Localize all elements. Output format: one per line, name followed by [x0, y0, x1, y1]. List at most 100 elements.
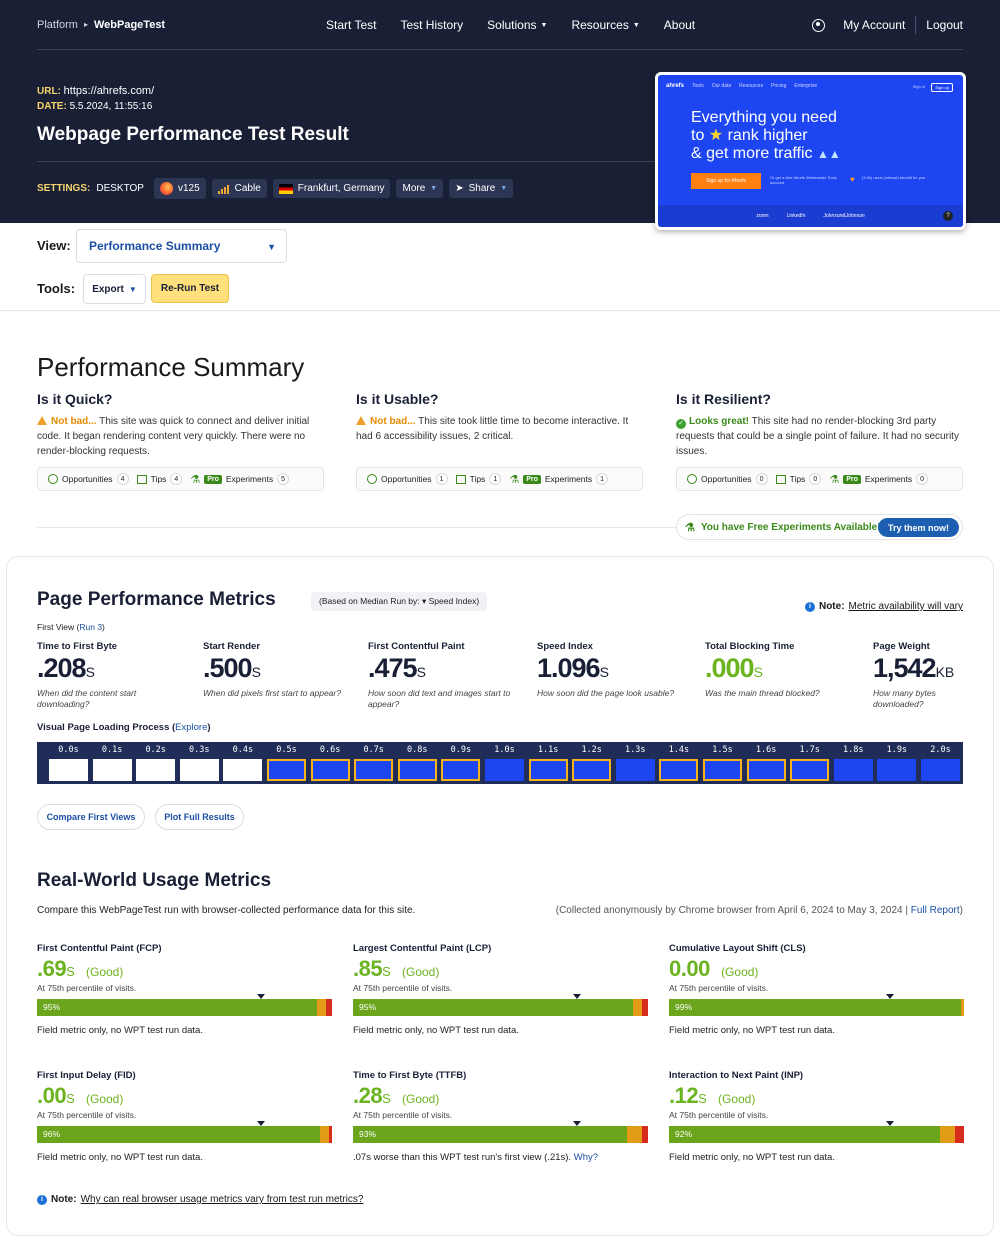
experiments-link[interactable]: ⚗ Pro Experiments 1 [509, 473, 609, 486]
experiments-label: Experiments [225, 474, 274, 484]
nav-test-history[interactable]: Test History [400, 18, 463, 32]
rerun-test-button[interactable]: Re-Run Test [151, 274, 229, 303]
explore-link[interactable]: Explore [175, 722, 207, 733]
star-icon: ★ [708, 127, 724, 144]
chevron-down-icon: ▼ [430, 185, 438, 192]
filmstrip-frame[interactable]: 1.1s [525, 742, 572, 784]
filmstrip[interactable]: 0.0s 0.1s 0.2s 0.3s 0.4s 0.5s 0.6s 0.7s 0.8s 0.9s… [37, 742, 963, 784]
nav-resources[interactable]: Resources ▼ [571, 18, 639, 32]
tips-link[interactable]: Tips 0 [775, 473, 822, 485]
frame-thumbnail [179, 759, 219, 781]
real-world-description: Compare this WebPageTest run with browse… [37, 905, 416, 916]
filmstrip-frame[interactable]: 1.3s [612, 742, 659, 784]
opportunities-link[interactable]: Opportunities 1 [367, 473, 448, 485]
try-them-now-button[interactable]: Try them now! [878, 518, 959, 537]
quick-opportunity-bar[interactable]: Opportunities 4 Tips 4 ⚗ Pro Experiments 5 [37, 467, 324, 491]
platform-label: Platform [37, 18, 78, 31]
filmstrip-frame[interactable]: 1.8s [830, 742, 877, 784]
why-link[interactable]: Why? [574, 1152, 598, 1163]
more-dropdown[interactable]: More ▼ [396, 179, 444, 198]
real-world-note[interactable]: i Note: Why can real browser usage metri… [37, 1194, 363, 1205]
percentile-label: At 75th percentile of visits. [669, 1110, 769, 1120]
thumb-signin: Sign in [912, 84, 925, 89]
filmstrip-frame[interactable]: 0.5s [263, 742, 310, 784]
metric-unit: S [753, 664, 763, 680]
divider [37, 527, 677, 528]
connection-chip: Cable [211, 179, 267, 198]
good-percent: 92% [675, 1129, 693, 1139]
user-icon[interactable] [812, 18, 826, 32]
metric-unit: S [66, 1091, 75, 1106]
footer-text: Field metric only, no WPT test run data. [669, 1025, 835, 1036]
good-percent: 93% [359, 1129, 377, 1139]
filmstrip-frame[interactable]: 1.2s [568, 742, 615, 784]
filmstrip-frame[interactable]: 0.8s [394, 742, 441, 784]
lightbulb-icon [48, 474, 58, 484]
thumb-logo-zoom: zoom [756, 213, 769, 219]
filmstrip-frame[interactable]: 2.0s [917, 742, 964, 784]
compare-first-views-button[interactable]: Compare First Views [37, 804, 145, 830]
account-area: My Account Logout [812, 0, 963, 50]
frame-time: 1.6s [755, 745, 777, 755]
experiments-link[interactable]: ⚗ Pro Experiments 0 [829, 473, 929, 486]
frame-thumbnail [877, 759, 917, 781]
share-dropdown[interactable]: ➤ Share ▼ [449, 179, 514, 198]
opportunities-link[interactable]: Opportunities 0 [687, 473, 768, 485]
filmstrip-frame[interactable]: 0.6s [307, 742, 354, 784]
thumb-subtext: (3.9k) users (almost) benefit for you [862, 175, 926, 180]
frame-time: 1.4s [668, 745, 690, 755]
filmstrip-frame[interactable]: 1.6s [743, 742, 790, 784]
full-report-link[interactable]: Full Report [911, 905, 960, 916]
view-select[interactable]: Performance Summary ▼ [76, 229, 287, 263]
opportunities-link[interactable]: Opportunities 4 [48, 473, 129, 485]
filmstrip-frame[interactable]: 1.4s [655, 742, 702, 784]
filmstrip-frame[interactable]: 1.5s [699, 742, 746, 784]
brand[interactable]: Platform ▸ WebPageTest [37, 19, 165, 31]
metric-value: 0.00 [669, 956, 710, 981]
free-experiments-text: You have Free Experiments Available! [700, 521, 881, 533]
nav-solutions[interactable]: Solutions ▼ [487, 18, 547, 32]
filmstrip-frame[interactable]: 0.1s [89, 742, 136, 784]
collection-text: (Collected anonymously by Chrome browser… [555, 905, 911, 916]
export-button[interactable]: Export ▼ [83, 274, 146, 304]
page-screenshot-thumbnail[interactable]: ahrefs Tools Our data Resources Pricing … [655, 72, 966, 230]
frame-time: 0.1s [101, 745, 123, 755]
brand-name: WebPageTest [93, 18, 166, 31]
run-3-link[interactable]: Run 3 [79, 622, 102, 632]
filmstrip-frame[interactable]: 0.0s [45, 742, 92, 784]
logout-link[interactable]: Logout [926, 18, 963, 32]
my-account-link[interactable]: My Account [843, 18, 905, 32]
filmstrip-frame[interactable]: 0.9s [437, 742, 484, 784]
good-segment [37, 999, 318, 1016]
good-percent: 96% [43, 1129, 61, 1139]
filmstrip-frame[interactable]: 0.7s [350, 742, 397, 784]
filmstrip-frame[interactable]: 0.2s [132, 742, 179, 784]
filmstrip-frame[interactable]: 1.0s [481, 742, 528, 784]
tips-link[interactable]: Tips 4 [136, 473, 183, 485]
filmstrip-frame[interactable]: 1.7s [786, 742, 833, 784]
divider [37, 161, 655, 162]
nav-start-test[interactable]: Start Test [326, 18, 376, 32]
filmstrip-frame[interactable]: 1.9s [873, 742, 920, 784]
resilient-opportunity-bar[interactable]: Opportunities 0 Tips 0 ⚗ Pro Experiments 0 [676, 467, 963, 491]
tested-url-link[interactable]: https://ahrefs.com/ [64, 85, 154, 97]
nav-about[interactable]: About [664, 18, 695, 32]
filmstrip-frame[interactable]: 0.3s [176, 742, 223, 784]
thumb-nav-item: Pricing [771, 83, 787, 89]
resilient-text: ✓ Looks great! This site had no render-bl… [676, 414, 966, 459]
metric-value: .00 [37, 1083, 67, 1108]
page-performance-metrics-title: Page Performance Metrics [37, 589, 276, 610]
median-run-selector[interactable]: (Based on Median Run by: ▾ Speed Index) [311, 592, 488, 611]
plot-full-results-button[interactable]: Plot Full Results [155, 804, 244, 830]
needs-improvement-segment [627, 1126, 643, 1143]
real-world-metric: Largest Contentful Paint (LCP) .85S (Good… [353, 943, 648, 1036]
opportunities-label: Opportunities [62, 474, 113, 484]
performance-summary-title: Performance Summary [37, 352, 305, 382]
tips-link[interactable]: Tips 1 [455, 473, 502, 485]
filmstrip-frame[interactable]: 0.4s [219, 742, 266, 784]
frame-thumbnail [790, 759, 830, 781]
visual-loading-label: Visual Page Loading Process (Explore) [37, 722, 211, 733]
frame-thumbnail [921, 759, 960, 781]
usable-opportunity-bar[interactable]: Opportunities 1 Tips 1 ⚗ Pro Experiments 1 [356, 467, 643, 491]
experiments-link[interactable]: ⚗ Pro Experiments 5 [190, 473, 290, 486]
